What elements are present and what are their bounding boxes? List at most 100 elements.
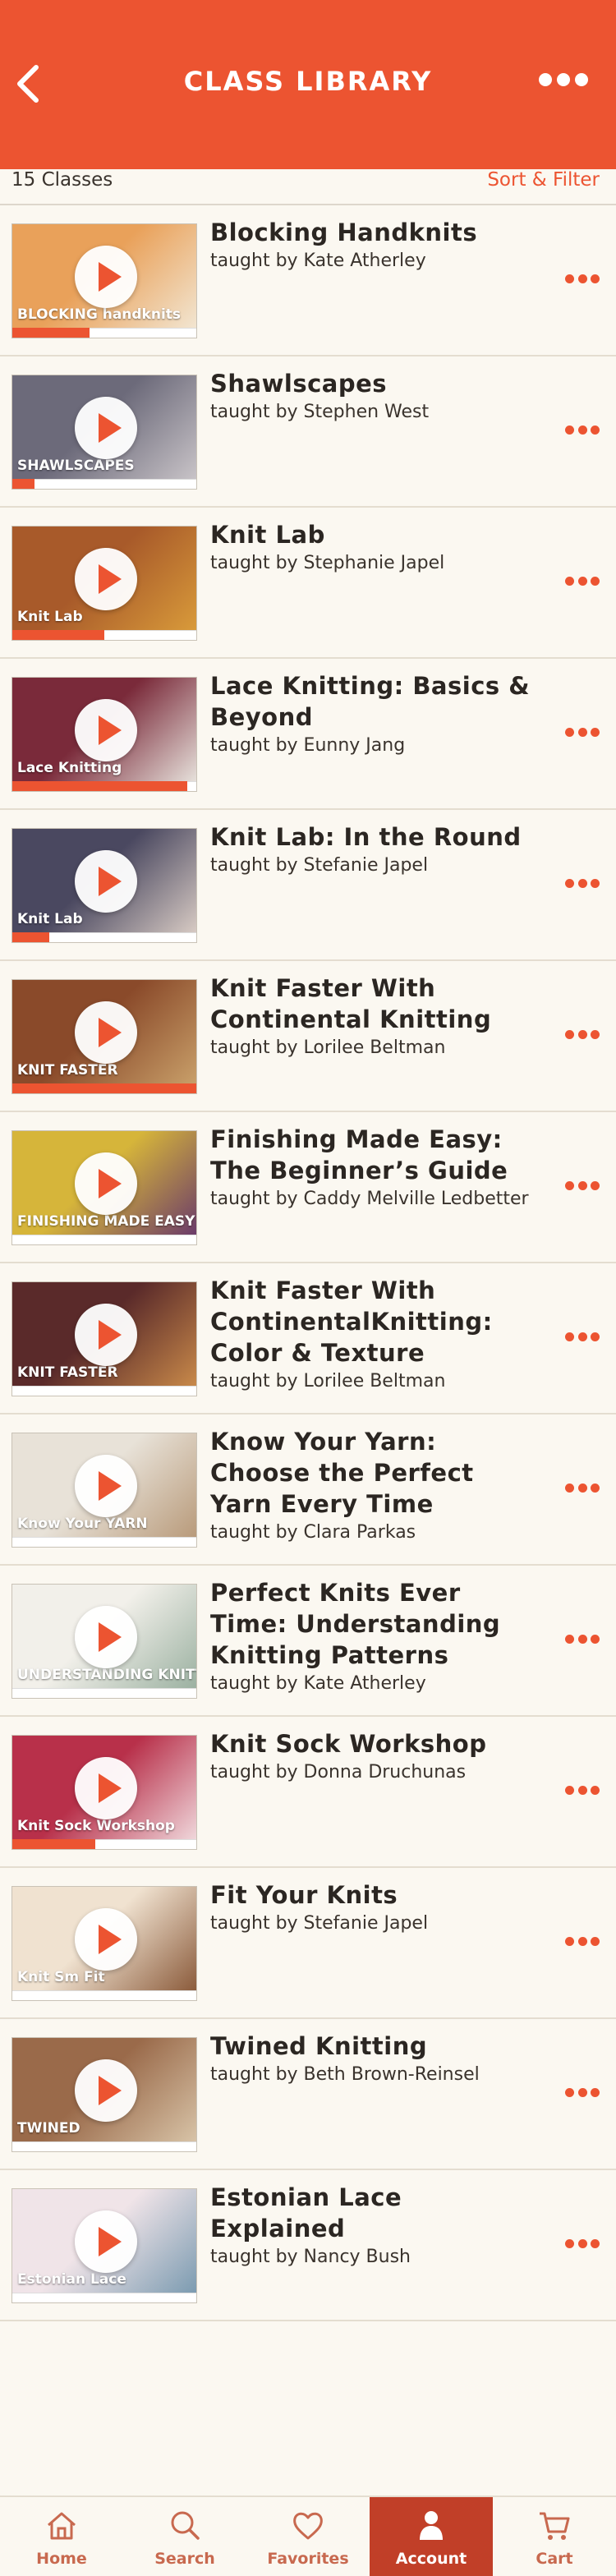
class-thumbnail[interactable]: SHAWLSCAPES [11,375,197,490]
play-icon[interactable] [75,699,137,761]
progress-fill [12,479,34,489]
class-title[interactable]: Knit Faster With ContinentalKnitting: Co… [210,1275,539,1368]
thumbnail-title: BLOCKING handknits [17,306,182,323]
play-icon[interactable] [75,2059,137,2122]
dot-icon [565,1483,574,1493]
class-title[interactable]: Knit Sock Workshop [210,1728,539,1760]
class-options-button[interactable] [565,424,600,435]
class-thumbnail[interactable]: Knit Lab [11,526,197,641]
progress-bar [12,2293,196,2302]
class-info: Knit Sock Workshop taught by Donna Druchu… [210,1728,539,1786]
class-row[interactable]: UNDERSTANDING KNITTING PATTERNS Perfect K… [0,1566,616,1717]
tab-home[interactable]: Home [0,2497,123,2576]
thumbnail-title: Know Your YARN [17,1516,148,1532]
class-options-button[interactable] [565,726,600,738]
class-title[interactable]: Lace Knitting: Basics & Beyond [210,670,539,733]
dot-icon [591,1634,600,1644]
class-thumbnail[interactable]: KNIT FASTER [11,1281,197,1396]
play-icon[interactable] [75,1757,137,1819]
play-icon[interactable] [75,548,137,610]
progress-bar [12,328,196,338]
class-row[interactable]: SHAWLSCAPES Shawlscapes taught by Stephen … [0,356,616,508]
class-info: Knit Lab: In the Round taught by Stefanie… [210,821,539,879]
tab-account[interactable]: Account [370,2497,493,2576]
class-options-button[interactable] [565,1180,600,1191]
dot-icon [591,1180,600,1190]
class-title[interactable]: Twined Knitting [210,2031,539,2062]
class-row[interactable]: Knit Lab Knit Lab taught by Stephanie Jape… [0,508,616,659]
progress-fill [12,1083,196,1093]
class-title[interactable]: Knit Lab: In the Round [210,821,539,853]
play-icon[interactable] [75,1152,137,1215]
dot-icon [565,2087,574,2097]
class-options-button[interactable] [565,575,600,586]
class-row[interactable]: Knit Lab Knit Lab: In the Round taught by … [0,810,616,961]
sort-filter-button[interactable]: Sort & Filter [487,169,600,191]
class-row[interactable]: BLOCKING handknits Blocking Handknits taug… [0,205,616,356]
class-thumbnail[interactable]: KNIT FASTER [11,979,197,1094]
play-icon[interactable] [75,850,137,913]
more-options-button[interactable] [539,71,588,89]
play-icon[interactable] [75,2210,137,2273]
class-options-button[interactable] [565,1331,600,1342]
class-row[interactable]: KNIT FASTER Knit Faster With ContinentalK… [0,1263,616,1414]
play-icon[interactable] [75,1908,137,1971]
play-icon[interactable] [75,246,137,308]
class-options-button[interactable] [565,1482,600,1493]
thumbnail-title: FINISHING MADE EASY [17,1213,195,1230]
class-title[interactable]: Estonian Lace Explained [210,2182,539,2244]
class-row[interactable]: TWINED Twined Knitting taught by Beth Brow… [0,2019,616,2170]
class-row[interactable]: KNIT FASTER Knit Faster With Continental … [0,961,616,1112]
play-icon[interactable] [75,1001,137,1064]
play-icon[interactable] [75,397,137,459]
class-title[interactable]: Know Your Yarn: Choose the Perfect Yarn … [210,1426,539,1520]
dot-icon [565,576,574,586]
class-options-button[interactable] [565,1784,600,1796]
class-thumbnail[interactable]: Lace Knitting [11,677,197,792]
class-options-button[interactable] [565,1633,600,1644]
class-options-button[interactable] [565,273,600,284]
class-thumbnail[interactable]: FINISHING MADE EASY [11,1130,197,1245]
class-options-button[interactable] [565,2086,600,2098]
class-title[interactable]: Perfect Knits Ever Time: Understanding K… [210,1577,539,1671]
class-title[interactable]: Fit Your Knits [210,1879,539,1911]
class-thumbnail[interactable]: Knit Lab [11,828,197,943]
progress-bar [12,932,196,942]
class-options-button[interactable] [565,877,600,889]
play-icon[interactable] [75,1455,137,1517]
class-row[interactable]: Knit Sock Workshop Knit Sock Workshop taug… [0,1717,616,1868]
class-row[interactable]: Estonian Lace Estonian Lace Explained taug… [0,2170,616,2321]
class-options-button[interactable] [565,1028,600,1040]
class-row[interactable]: FINISHING MADE EASY Finishing Made Easy: … [0,1112,616,1263]
class-thumbnail[interactable]: UNDERSTANDING KNITTING PATTERNS [11,1584,197,1699]
tab-bar: Home Search Favorites Account Cart [0,2496,616,2576]
class-thumbnail[interactable]: Estonian Lace [11,2188,197,2303]
class-thumbnail[interactable]: Knit Sm Fit [11,1886,197,2001]
class-row[interactable]: Lace Knitting Lace Knitting: Basics & Bey… [0,659,616,810]
tab-search[interactable]: Search [123,2497,246,2576]
class-instructor: taught by Stefanie Japel [210,855,429,876]
progress-bar [12,1990,196,2000]
class-title[interactable]: Knit Faster With Continental Knitting [210,973,539,1035]
class-thumbnail[interactable]: BLOCKING handknits [11,223,197,338]
class-title[interactable]: Finishing Made Easy: The Beginner’s Guid… [210,1124,539,1186]
class-row[interactable]: Know Your YARN Know Your Yarn: Choose the… [0,1414,616,1566]
class-row[interactable]: Knit Sm Fit Fit Your Knits taught by Stefa… [0,1868,616,2019]
play-icon[interactable] [75,1304,137,1366]
class-thumbnail[interactable]: TWINED [11,2037,197,2152]
class-title[interactable]: Knit Lab [210,519,539,550]
tab-cart[interactable]: Cart [493,2497,616,2576]
user-icon [420,2511,443,2540]
class-title[interactable]: Blocking Handknits [210,217,539,248]
dot-icon [565,1332,574,1341]
class-list: BLOCKING handknits Blocking Handknits taug… [0,205,616,2321]
class-title[interactable]: Shawlscapes [210,368,539,399]
tab-favorites[interactable]: Favorites [246,2497,370,2576]
class-options-button[interactable] [565,1935,600,1947]
class-thumbnail[interactable]: Knit Sock Workshop [11,1735,197,1850]
class-thumbnail[interactable]: Know Your YARN [11,1433,197,1548]
play-icon[interactable] [75,1606,137,1668]
progress-fill [12,781,187,791]
class-options-button[interactable] [565,2238,600,2249]
dot-icon [565,274,574,283]
